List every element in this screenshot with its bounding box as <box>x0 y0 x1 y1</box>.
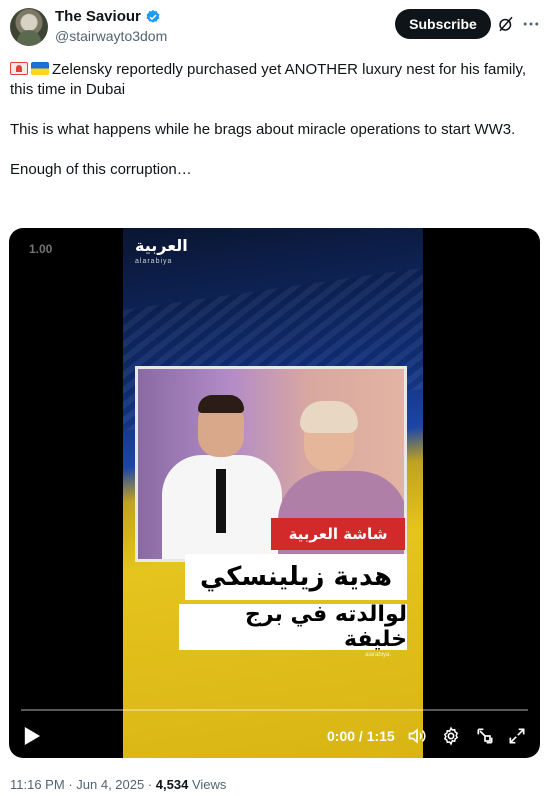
playback-speed[interactable]: 1.00 <box>29 242 52 256</box>
tweet-header: The Saviour @stairwayto3dom Subscribe <box>8 6 544 50</box>
alarabiya-logo: العربية <box>135 236 188 255</box>
tweet-text: Zelensky reportedly purchased yet ANOTHE… <box>10 60 540 200</box>
views-label: Views <box>191 777 227 792</box>
settings-gear-icon[interactable] <box>441 726 461 746</box>
alarabiya-logo-sub: alarabiya <box>135 258 173 265</box>
video-player[interactable]: 1.00 العربية alarabiya شاشة العربية هدية… <box>9 228 540 758</box>
video-frame[interactable]: العربية alarabiya شاشة العربية هدية زيلي… <box>123 228 423 758</box>
tweet-paragraph-2: This is what happens while he brags abou… <box>10 121 516 138</box>
video-tag: شاشة العربية <box>271 518 405 550</box>
woman-hair <box>300 401 358 433</box>
tweet-date[interactable]: Jun 4, 2025 <box>76 777 144 792</box>
tweet-paragraph-3: Enough of this corruption… <box>10 161 192 178</box>
avatar[interactable] <box>10 8 48 46</box>
meta-separator: · <box>147 777 156 792</box>
more-icon[interactable] <box>521 14 541 34</box>
grok-icon[interactable] <box>497 15 515 33</box>
siren-emoji-icon <box>10 62 28 75</box>
ukraine-flag-emoji-icon <box>31 62 49 75</box>
tweet-paragraph-1: Zelensky reportedly purchased yet ANOTHE… <box>10 60 540 100</box>
tweet-meta: 11:16 PM · Jun 4, 2025 · 4,534 Views <box>10 777 226 792</box>
author-handle[interactable]: @stairwayto3dom <box>55 28 167 44</box>
video-title-line-1: هدية زيلينسكي <box>185 554 407 600</box>
play-icon[interactable] <box>23 726 41 746</box>
video-watermark: alarabiya. <box>365 652 392 658</box>
video-progress-bar[interactable] <box>21 709 528 711</box>
video-title-line-2: لوالدته في برج خليفة <box>179 602 407 652</box>
tweet-time[interactable]: 11:16 PM <box>10 777 65 792</box>
verified-badge-icon <box>146 9 160 23</box>
name-row: The Saviour <box>55 8 167 25</box>
video-time: 0:00 / 1:15 <box>327 728 395 744</box>
man-tie <box>216 469 226 533</box>
volume-icon[interactable] <box>407 726 427 746</box>
display-name[interactable]: The Saviour <box>55 8 141 25</box>
picture-in-picture-icon[interactable] <box>475 726 495 746</box>
views-count: 4,534 <box>155 777 189 792</box>
tweet-line-1: Zelensky reportedly purchased yet ANOTHE… <box>10 61 527 98</box>
author-block: The Saviour @stairwayto3dom <box>55 8 167 44</box>
man-hair <box>198 395 244 413</box>
fullscreen-icon[interactable] <box>507 726 527 746</box>
subscribe-button[interactable]: Subscribe <box>395 9 491 39</box>
